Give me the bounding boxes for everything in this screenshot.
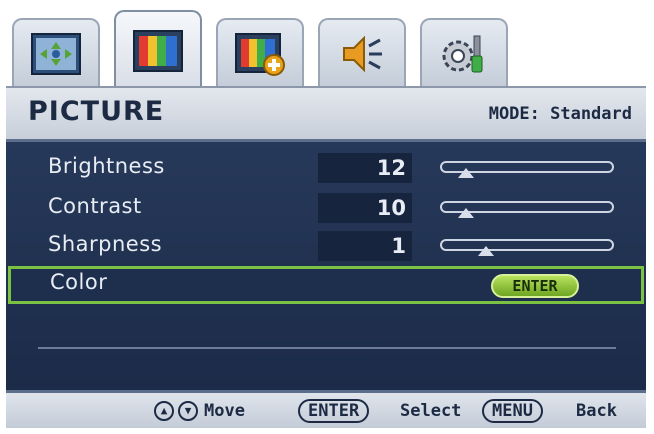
down-arrow-icon: ▼ xyxy=(178,401,198,421)
select-hint: Select xyxy=(400,401,462,421)
picture-advanced-icon xyxy=(235,33,285,76)
display-icon xyxy=(31,33,81,75)
mode-indicator: MODE: Standard xyxy=(488,104,632,124)
settings-panel: Brightness 12 Contrast 10 Sharpness 1 Co… xyxy=(6,142,646,390)
tab-audio[interactable] xyxy=(318,18,406,88)
system-settings-icon xyxy=(442,35,483,73)
up-arrow-icon: ▲ xyxy=(154,401,174,421)
menu-key-hint: MENU xyxy=(482,399,543,423)
setting-row-sharpness[interactable]: Sharpness 1 xyxy=(6,228,646,266)
setting-row-brightness[interactable]: Brightness 12 xyxy=(6,150,646,188)
setting-row-color[interactable]: Color ENTER xyxy=(8,266,644,304)
contrast-slider[interactable] xyxy=(440,201,614,218)
move-hint: Move xyxy=(204,401,245,421)
slider-thumb[interactable] xyxy=(478,246,495,256)
setting-label: Sharpness xyxy=(48,232,163,256)
tab-picture-advanced[interactable] xyxy=(216,18,304,88)
enter-key-hint: ENTER xyxy=(298,399,370,423)
enter-button[interactable]: ENTER xyxy=(491,274,579,298)
setting-value: 12 xyxy=(318,153,412,183)
key-hint-bar: ▲ ▼ Move ENTER Select MENU Back xyxy=(6,390,646,428)
tab-picture[interactable] xyxy=(114,10,202,90)
divider xyxy=(38,347,616,349)
sharpness-slider[interactable] xyxy=(440,239,614,256)
slider-thumb[interactable] xyxy=(457,168,474,178)
audio-icon xyxy=(343,35,382,73)
setting-label: Color xyxy=(50,270,108,294)
setting-value: 1 xyxy=(318,231,412,261)
slider-thumb[interactable] xyxy=(457,208,474,218)
menu-header: PICTURE MODE: Standard xyxy=(6,86,646,142)
osd-menu: PICTURE MODE: Standard Brightness 12 Con… xyxy=(6,6,646,428)
brightness-slider[interactable] xyxy=(440,161,614,178)
tab-system[interactable] xyxy=(420,18,508,88)
back-hint: Back xyxy=(576,401,617,421)
picture-icon xyxy=(133,30,183,72)
setting-row-contrast[interactable]: Contrast 10 xyxy=(6,190,646,228)
setting-value: 10 xyxy=(318,193,412,223)
tab-display[interactable] xyxy=(12,18,100,88)
page-title: PICTURE xyxy=(28,96,165,127)
setting-label: Brightness xyxy=(48,154,165,178)
setting-label: Contrast xyxy=(48,194,142,218)
tab-strip xyxy=(12,10,532,92)
